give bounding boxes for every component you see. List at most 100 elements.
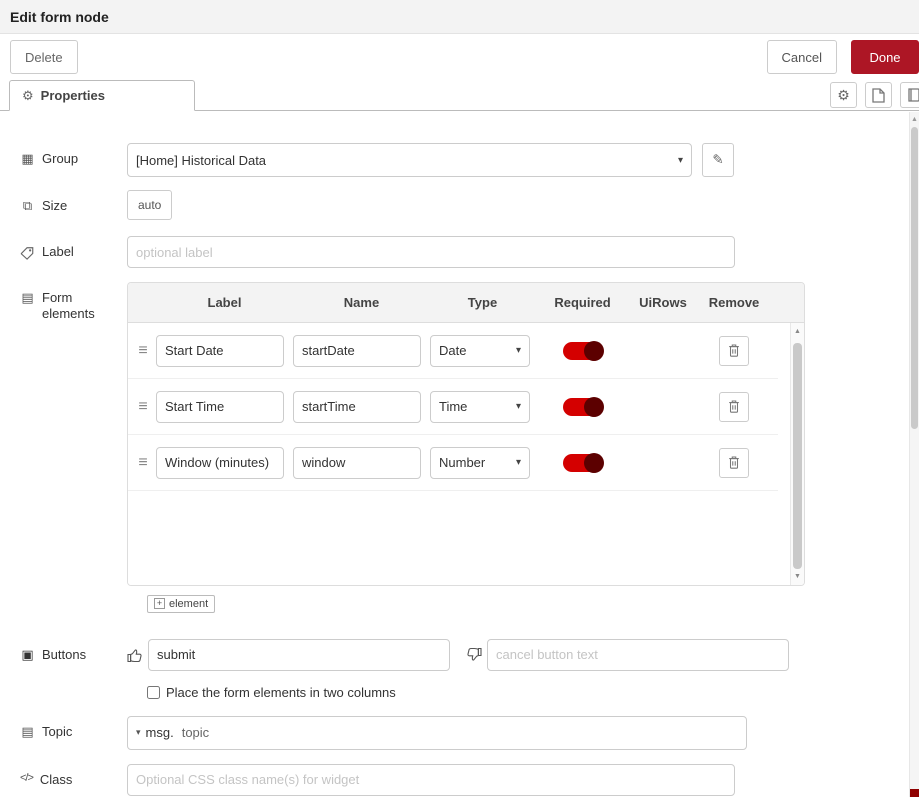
trash-icon — [727, 399, 741, 414]
element-type-select[interactable]: Number ▾ — [430, 447, 530, 479]
required-toggle[interactable] — [563, 398, 603, 416]
chevron-down-icon: ▾ — [678, 155, 683, 166]
delete-button[interactable]: Delete — [10, 40, 78, 74]
tab-action-buttons: ⚙ — [830, 82, 919, 108]
table-scrollbar-thumb[interactable] — [793, 343, 802, 569]
buttons-row: ▣ Buttons — [20, 639, 919, 671]
topic-row: ▤ Topic ▾ msg. topic — [20, 716, 919, 750]
chevron-down-icon: ▾ — [516, 457, 521, 468]
description-button[interactable] — [865, 82, 892, 108]
properties-panel: ▦ Group [Home] Historical Data ▾ ✎ ⧉ Siz… — [0, 111, 919, 796]
col-label: Label — [156, 295, 293, 310]
edit-form-node-dialog: { "header": { "title": "Edit form node" … — [0, 0, 919, 797]
required-toggle[interactable] — [563, 454, 603, 472]
class-label: </> Class — [20, 764, 127, 788]
scroll-up-icon[interactable]: ▲ — [910, 116, 919, 123]
topic-type-button[interactable]: ▾ msg. — [128, 717, 182, 749]
cancel-button[interactable]: Cancel — [767, 40, 837, 74]
topic-icon: ▤ — [20, 724, 35, 740]
dialog-title: Edit form node — [10, 9, 109, 25]
trash-icon — [727, 455, 741, 470]
col-uirows: UiRows — [630, 295, 696, 310]
group-label: ▦ Group — [20, 143, 127, 167]
scroll-down-icon[interactable]: ▼ — [791, 573, 804, 580]
element-name-input[interactable] — [293, 447, 421, 479]
buttons-icon: ▣ — [20, 647, 35, 663]
form-elements-body: ≡ Date ▾ — [128, 323, 804, 585]
class-input[interactable] — [127, 764, 735, 796]
form-element-row: ≡ Time ▾ — [128, 379, 778, 435]
form-element-row: ≡ Number ▾ — [128, 435, 778, 491]
element-label-input[interactable] — [156, 335, 284, 367]
label-label: Label — [20, 236, 127, 260]
confirm-buttons: Cancel Done — [767, 40, 919, 74]
gear-icon: ⚙ — [837, 87, 850, 104]
two-columns-checkbox[interactable] — [147, 686, 160, 699]
drag-handle-icon[interactable]: ≡ — [138, 454, 147, 472]
code-icon: </> — [20, 772, 33, 788]
buttons-label: ▣ Buttons — [20, 639, 127, 663]
tab-properties[interactable]: ⚙ Properties — [9, 80, 195, 111]
group-icon: ▦ — [20, 151, 35, 167]
element-type-select[interactable]: Time ▾ — [430, 391, 530, 423]
file-icon — [872, 88, 885, 103]
dialog-button-bar: Delete Cancel Done — [0, 34, 919, 80]
main-scrollbar-thumb[interactable] — [911, 127, 918, 429]
thumbs-down-icon — [466, 647, 482, 663]
table-scrollbar[interactable]: ▲ ▼ — [790, 323, 804, 585]
required-toggle[interactable] — [563, 342, 603, 360]
two-columns-label: Place the form elements in two columns — [166, 685, 396, 700]
resize-corner[interactable] — [910, 789, 919, 797]
trash-icon — [727, 343, 741, 358]
book-icon — [907, 88, 919, 102]
help-book-button[interactable] — [900, 82, 919, 108]
topic-typed-input[interactable]: ▾ msg. topic — [127, 716, 747, 750]
label-input[interactable] — [127, 236, 735, 268]
drag-handle-icon[interactable]: ≡ — [138, 342, 147, 360]
col-remove: Remove — [696, 295, 772, 310]
main-scrollbar[interactable]: ▲ — [909, 112, 919, 797]
topic-label: ▤ Topic — [20, 716, 127, 740]
scroll-up-icon[interactable]: ▲ — [791, 328, 804, 335]
size-row: ⧉ Size auto — [20, 190, 919, 220]
node-settings-button[interactable]: ⚙ — [830, 82, 857, 108]
class-row: </> Class — [20, 764, 919, 796]
done-button[interactable]: Done — [851, 40, 919, 74]
plus-icon: + — [154, 598, 165, 609]
drag-handle-icon[interactable]: ≡ — [138, 398, 147, 416]
pencil-icon: ✎ — [712, 152, 723, 168]
caret-down-icon: ▾ — [136, 727, 141, 738]
add-element-button[interactable]: + element — [147, 595, 215, 613]
two-columns-row: Place the form elements in two columns — [147, 685, 919, 700]
size-icon: ⧉ — [20, 198, 35, 214]
topic-value[interactable]: topic — [182, 725, 209, 740]
tab-properties-label: Properties — [41, 88, 105, 103]
element-name-input[interactable] — [293, 335, 421, 367]
element-name-input[interactable] — [293, 391, 421, 423]
thumbs-up-icon — [127, 647, 143, 663]
remove-row-button[interactable] — [719, 336, 749, 366]
group-select[interactable]: [Home] Historical Data ▾ — [127, 143, 692, 177]
size-label: ⧉ Size — [20, 190, 127, 214]
label-row: Label — [20, 236, 919, 268]
col-type: Type — [430, 295, 535, 310]
tab-bar: ⚙ Properties ⚙ — [0, 80, 919, 111]
element-label-input[interactable] — [156, 391, 284, 423]
form-elements-icon: ▤ — [20, 290, 35, 323]
remove-row-button[interactable] — [719, 448, 749, 478]
topic-prefix: msg. — [146, 725, 174, 740]
size-auto-button[interactable]: auto — [127, 190, 172, 220]
element-type-select[interactable]: Date ▾ — [430, 335, 530, 367]
add-element-row: + element — [147, 594, 919, 613]
tag-icon — [20, 246, 35, 260]
edit-group-button[interactable]: ✎ — [702, 143, 734, 177]
col-name: Name — [293, 295, 430, 310]
dialog-header: Edit form node — [0, 0, 919, 34]
form-elements-header: Label Name Type Required UiRows Remove — [128, 283, 804, 323]
chevron-down-icon: ▾ — [516, 345, 521, 356]
submit-button-text-input[interactable] — [148, 639, 450, 671]
remove-row-button[interactable] — [719, 392, 749, 422]
form-elements-table: Label Name Type Required UiRows Remove ≡ — [127, 282, 805, 586]
element-label-input[interactable] — [156, 447, 284, 479]
cancel-button-text-input[interactable] — [487, 639, 789, 671]
